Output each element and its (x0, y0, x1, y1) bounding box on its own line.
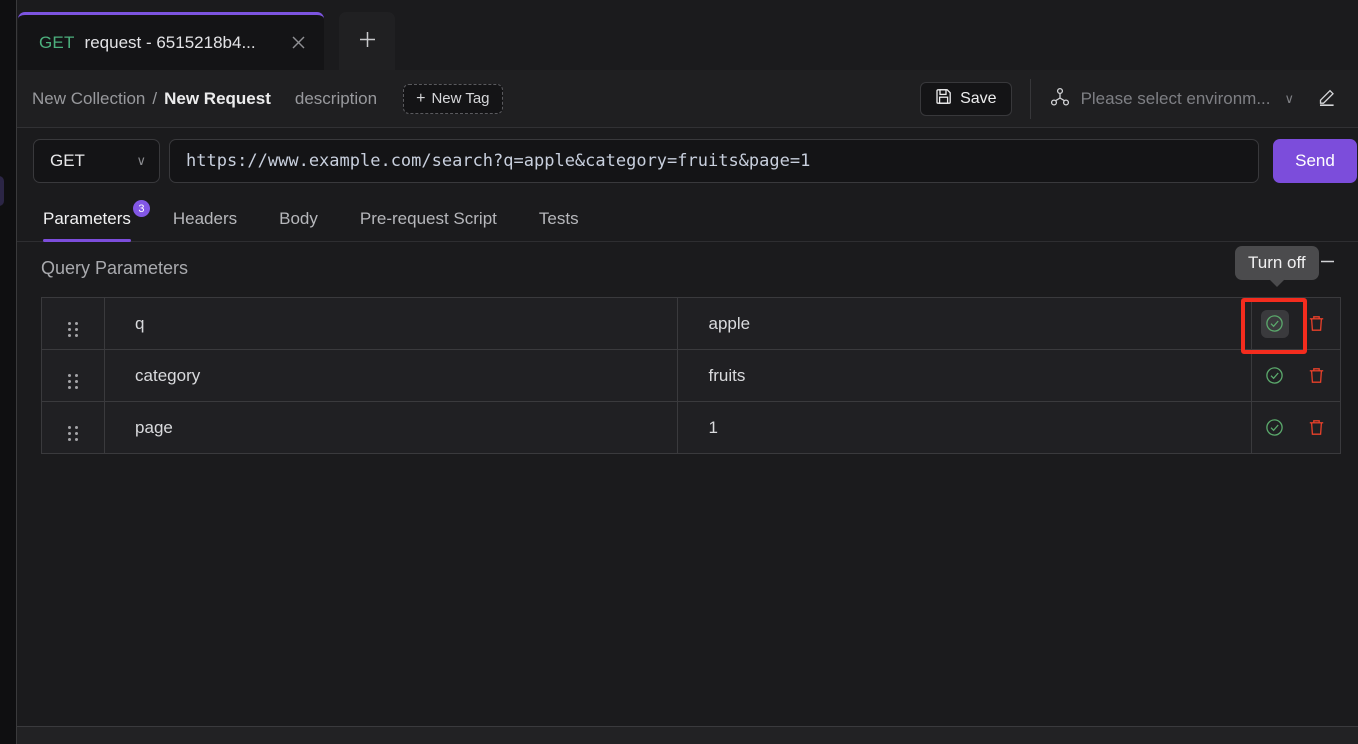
parameter-actions-cell (1250, 297, 1342, 350)
tab-strip: GET request - 6515218b4... (17, 0, 1358, 70)
url-bar-row: GET ∨ https://www.example.com/search?q=a… (17, 128, 1358, 194)
environment-label: Please select environm... (1080, 89, 1271, 108)
tab-parameters[interactable]: Parameters 3 (43, 200, 150, 242)
breadcrumb-request[interactable]: New Request (164, 89, 271, 109)
breadcrumb-separator: / (152, 88, 158, 108)
table-row[interactable]: q apple (40, 297, 1342, 350)
tab-headers-label: Headers (172, 209, 238, 228)
close-icon[interactable] (288, 33, 308, 53)
environment-icon (1049, 86, 1071, 113)
parameter-actions-cell (1250, 401, 1342, 454)
check-circle-icon[interactable] (1261, 362, 1289, 390)
drag-handle-cell[interactable] (40, 297, 106, 350)
tab-headers[interactable]: Headers (173, 209, 237, 241)
tab-tests[interactable]: Tests (539, 209, 579, 241)
url-input[interactable]: https://www.example.com/search?q=apple&c… (169, 139, 1259, 183)
tab-method-label: GET (39, 32, 75, 52)
tab-body[interactable]: Body (279, 209, 318, 241)
breadcrumb: New Collection / New Request (32, 89, 271, 109)
new-tag-label: New Tag (431, 90, 490, 107)
request-tab[interactable]: GET request - 6515218b4... (18, 12, 324, 70)
environment-selector[interactable]: Please select environm... ∨ (1049, 86, 1294, 113)
pencil-icon[interactable] (1316, 86, 1338, 113)
tab-pre-request-script-label: Pre-request Script (359, 209, 497, 228)
description-field[interactable]: description (295, 89, 377, 109)
tab-tests-label: Tests (538, 209, 579, 228)
parameter-actions-cell (1250, 349, 1342, 402)
save-button[interactable]: Save (920, 82, 1012, 116)
header-divider (1029, 79, 1031, 119)
parameter-value-cell[interactable]: apple (677, 297, 1252, 350)
trash-icon[interactable] (1303, 414, 1331, 442)
parameters-count-badge: 3 (132, 200, 150, 217)
http-method-select[interactable]: GET ∨ (33, 139, 160, 183)
table-row[interactable]: category fruits (40, 349, 1342, 402)
parameter-value-cell[interactable]: 1 (677, 401, 1252, 454)
tab-pre-request-script[interactable]: Pre-request Script (360, 209, 497, 241)
send-label: Send (1295, 151, 1335, 170)
tooltip: Turn off (1235, 246, 1319, 280)
drag-handle-cell[interactable] (40, 349, 106, 402)
tab-parameters-label: Parameters (43, 209, 131, 228)
breadcrumb-collection[interactable]: New Collection (32, 89, 145, 109)
drag-handle-icon[interactable] (68, 374, 79, 389)
sidebar-collapse-handle[interactable] (0, 176, 4, 206)
save-icon (935, 88, 952, 110)
request-section-tabs: Parameters 3 Headers Body Pre-request Sc… (17, 194, 1358, 242)
chevron-down-icon: ∨ (1284, 91, 1294, 106)
query-parameters-title: Query Parameters (41, 258, 189, 278)
check-circle-icon[interactable] (1260, 309, 1289, 338)
trash-icon[interactable] (1303, 362, 1331, 390)
http-method-value: GET (50, 151, 85, 170)
plus-icon (358, 27, 377, 56)
table-row[interactable]: page 1 (40, 401, 1342, 454)
new-tab-button[interactable] (339, 12, 395, 70)
drag-handle-cell[interactable] (40, 401, 106, 454)
send-button[interactable]: Send (1273, 139, 1357, 183)
add-new-tag-button[interactable]: + New Tag (403, 83, 503, 114)
query-parameters-table: q apple category fruits page 1 (40, 297, 1342, 454)
minus-icon[interactable] (1317, 251, 1338, 277)
save-label: Save (960, 90, 997, 107)
check-circle-icon[interactable] (1261, 414, 1289, 442)
parameter-value-cell[interactable]: fruits (677, 349, 1252, 402)
parameter-key-cell[interactable]: page (104, 401, 679, 454)
request-header-bar: New Collection / New Request description… (17, 70, 1358, 128)
trash-icon[interactable] (1303, 310, 1331, 338)
chevron-down-icon: ∨ (136, 153, 146, 168)
drag-handle-icon[interactable] (68, 322, 79, 337)
left-rail (0, 0, 16, 744)
bottom-strip (17, 727, 1358, 744)
header-right-group: Save Please select environm... ∨ (920, 70, 1358, 128)
parameter-key-cell[interactable]: q (104, 297, 679, 350)
drag-handle-icon[interactable] (68, 426, 79, 441)
tab-title-label: request - 6515218b4... (84, 32, 256, 52)
parameter-key-cell[interactable]: category (104, 349, 679, 402)
plus-icon: + (416, 89, 426, 107)
tab-body-label: Body (279, 209, 318, 228)
